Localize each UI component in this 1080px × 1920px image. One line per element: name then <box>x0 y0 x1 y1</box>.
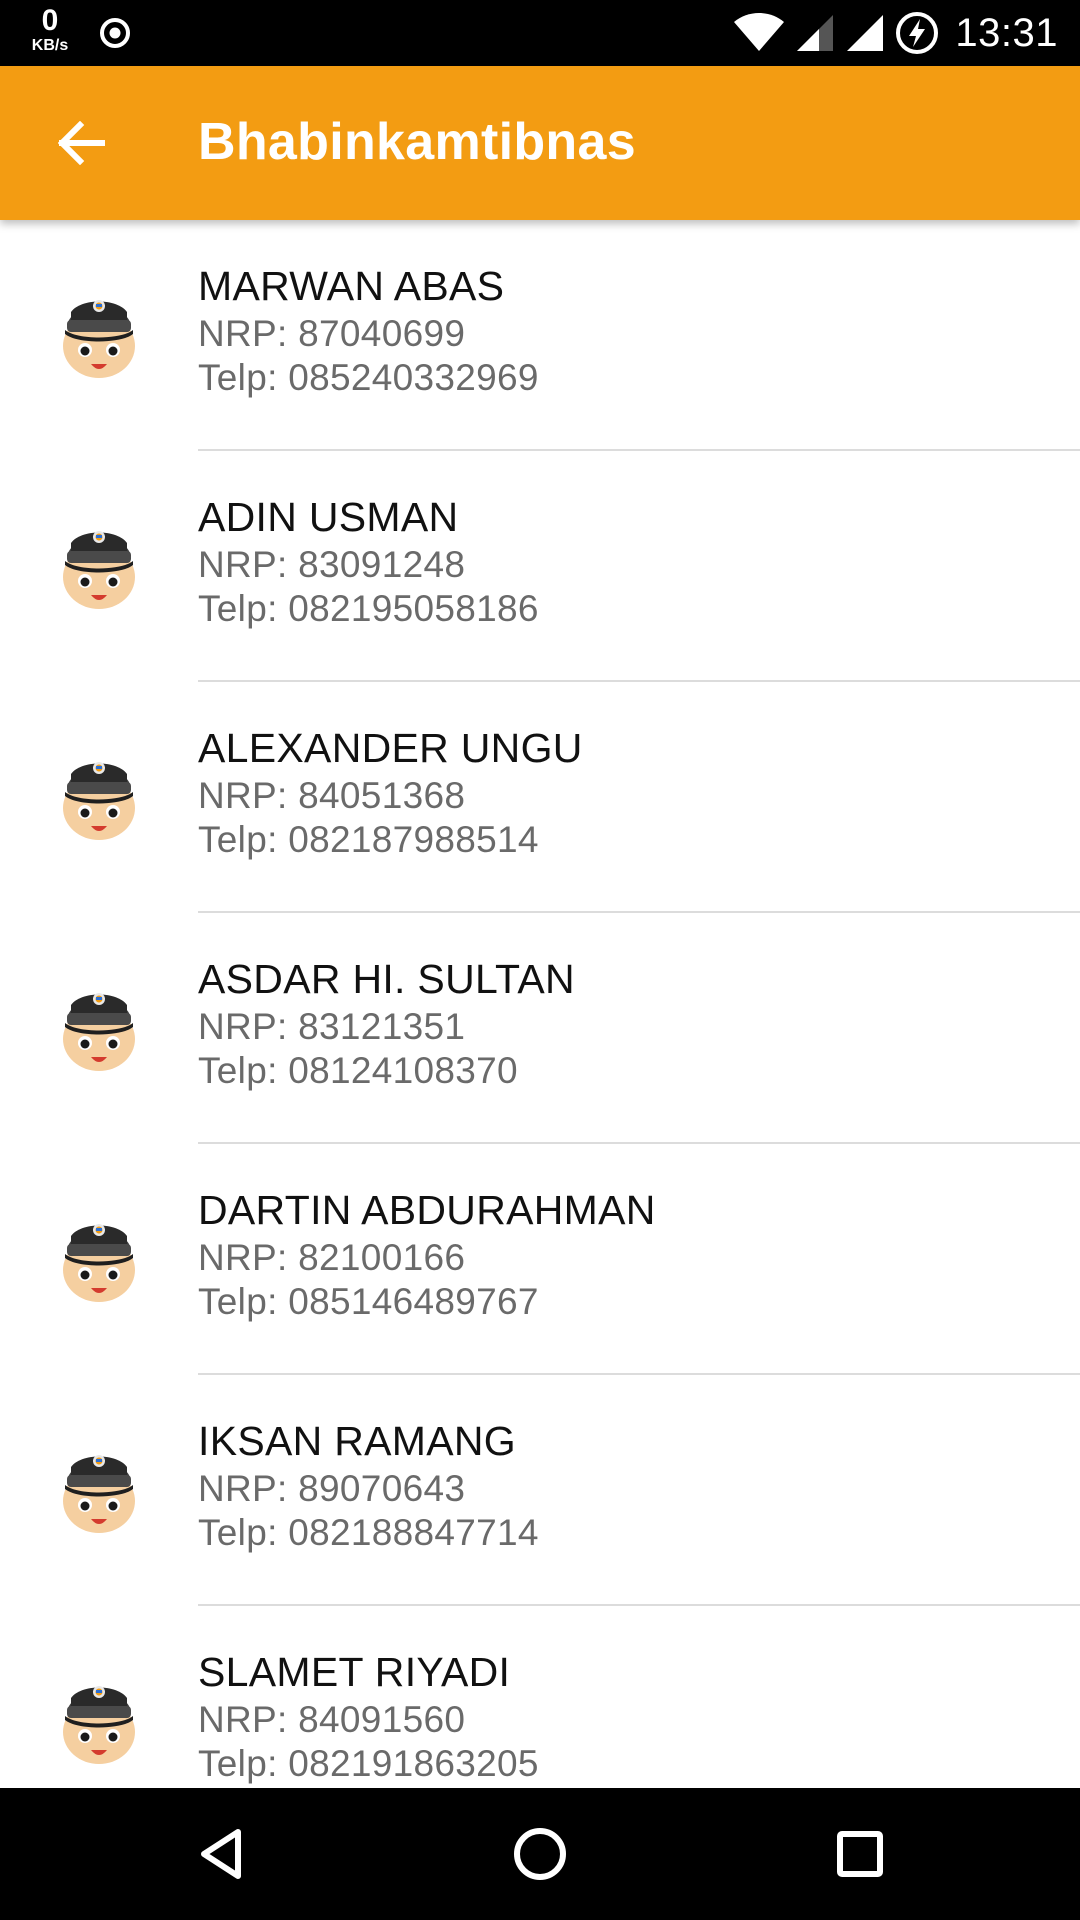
personnel-name: ADIN USMAN <box>198 494 459 540</box>
personnel-name: IKSAN RAMANG <box>198 1418 516 1464</box>
police-avatar-icon <box>57 515 141 611</box>
screen: 0 KB/s 13:31 Bhabinkamtibnas MARWAN ABAS… <box>0 0 1080 1920</box>
personnel-nrp: NRP: 89070643 <box>198 1468 466 1509</box>
list-item-text: ALEXANDER UNGU NRP: 84051368 Telp: 08218… <box>198 722 1058 862</box>
personnel-name: MARWAN ABAS <box>198 263 505 309</box>
network-speed-value: 0 <box>41 4 59 37</box>
battery-charging-icon <box>896 12 939 54</box>
personnel-phone: Telp: 082191863205 <box>198 1743 539 1784</box>
personnel-list: MARWAN ABAS NRP: 87040699 Telp: 08524033… <box>0 220 1080 1788</box>
list-item[interactable]: DARTIN ABDURAHMAN NRP: 82100166 Telp: 08… <box>0 1144 1080 1375</box>
personnel-name: ASDAR HI. SULTAN <box>198 956 575 1002</box>
list-item[interactable]: IKSAN RAMANG NRP: 89070643 Telp: 0821888… <box>0 1375 1080 1606</box>
list-item[interactable]: ADIN USMAN NRP: 83091248 Telp: 082195058… <box>0 451 1080 682</box>
personnel-nrp: NRP: 82100166 <box>198 1237 466 1278</box>
personnel-nrp: NRP: 83121351 <box>198 1006 466 1047</box>
list-item-text: SLAMET RIYADI NRP: 84091560 Telp: 082191… <box>198 1646 1058 1786</box>
personnel-phone: Telp: 085146489767 <box>198 1281 539 1322</box>
personnel-name: SLAMET RIYADI <box>198 1649 511 1695</box>
personnel-nrp: NRP: 83091248 <box>198 544 466 585</box>
police-avatar-icon <box>57 284 141 380</box>
list-item-text: ADIN USMAN NRP: 83091248 Telp: 082195058… <box>198 491 1058 631</box>
personnel-phone: Telp: 08124108370 <box>198 1050 518 1091</box>
back-button[interactable] <box>52 115 112 171</box>
list-item-text: ASDAR HI. SULTAN NRP: 83121351 Telp: 081… <box>198 953 1058 1093</box>
list-item[interactable]: ALEXANDER UNGU NRP: 84051368 Telp: 08218… <box>0 682 1080 913</box>
navigation-bar <box>0 1788 1080 1920</box>
list-item-text: DARTIN ABDURAHMAN NRP: 82100166 Telp: 08… <box>198 1184 1058 1324</box>
list-item[interactable]: ASDAR HI. SULTAN NRP: 83121351 Telp: 081… <box>0 913 1080 1144</box>
arrow-back-icon <box>58 121 105 165</box>
signal-icon <box>847 15 884 51</box>
network-speed: 0 KB/s <box>24 6 76 54</box>
list-item[interactable]: SLAMET RIYADI NRP: 84091560 Telp: 082191… <box>0 1606 1080 1788</box>
list-item-text: MARWAN ABAS NRP: 87040699 Telp: 08524033… <box>198 260 1058 400</box>
nav-recents-button[interactable] <box>820 1814 900 1894</box>
signal-icon <box>797 15 834 51</box>
nav-home-button[interactable] <box>500 1814 580 1894</box>
police-avatar-icon <box>57 977 141 1073</box>
list-item-text: IKSAN RAMANG NRP: 89070643 Telp: 0821888… <box>198 1415 1058 1555</box>
clock: 13:31 <box>955 10 1058 55</box>
status-icons: 13:31 <box>733 0 1058 66</box>
personnel-nrp: NRP: 84091560 <box>198 1699 466 1740</box>
wifi-icon <box>734 13 785 51</box>
network-speed-unit: KB/s <box>31 37 69 54</box>
personnel-nrp: NRP: 87040699 <box>198 313 466 354</box>
nav-home-icon <box>514 1828 566 1880</box>
nav-recents-icon <box>837 1831 883 1877</box>
police-avatar-icon <box>57 1670 141 1766</box>
page-title: Bhabinkamtibnas <box>198 113 636 171</box>
status-bar: 0 KB/s 13:31 <box>0 0 1080 66</box>
personnel-phone: Telp: 082188847714 <box>198 1512 539 1553</box>
personnel-name: ALEXANDER UNGU <box>198 725 583 771</box>
police-avatar-icon <box>57 746 141 842</box>
personnel-phone: Telp: 082195058186 <box>198 588 539 629</box>
police-avatar-icon <box>57 1439 141 1535</box>
personnel-phone: Telp: 085240332969 <box>198 357 539 398</box>
app-bar: Bhabinkamtibnas <box>0 66 1080 220</box>
police-avatar-icon <box>57 1208 141 1304</box>
personnel-phone: Telp: 082187988514 <box>198 819 539 860</box>
personnel-name: DARTIN ABDURAHMAN <box>198 1187 656 1233</box>
sync-icon <box>100 18 130 48</box>
personnel-nrp: NRP: 84051368 <box>198 775 466 816</box>
nav-back-icon <box>201 1829 241 1879</box>
list-item[interactable]: MARWAN ABAS NRP: 87040699 Telp: 08524033… <box>0 220 1080 451</box>
nav-back-button[interactable] <box>182 1814 262 1894</box>
